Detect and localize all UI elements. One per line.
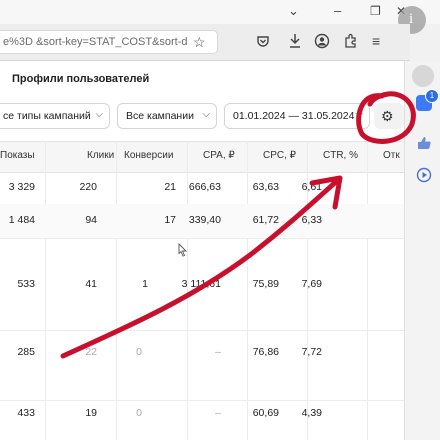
page-title: Профили пользователей — [12, 73, 150, 85]
notifications-icon[interactable]: 1 — [416, 89, 439, 111]
notification-badge: 1 — [425, 89, 439, 103]
cell-impressions: 1 484 — [8, 214, 35, 226]
mouse-cursor-icon — [178, 243, 188, 257]
cell-conversions: 0 — [136, 407, 142, 419]
cell-conversions: 17 — [164, 214, 176, 226]
column-header-cpa[interactable]: CPA, ₽ — [203, 150, 235, 161]
play-icon[interactable] — [416, 167, 432, 183]
cell-impressions: 533 — [17, 278, 35, 290]
column-header-cpc[interactable]: CPC, ₽ — [263, 150, 296, 161]
cell-clicks: 41 — [85, 278, 97, 290]
table-row[interactable]: 285 22 0 – 76,86 7,72 — [0, 330, 404, 401]
cell-cpa: – — [215, 407, 221, 419]
campaigns-filter[interactable]: Все кампании ⌵ — [117, 103, 217, 129]
download-icon[interactable] — [288, 33, 302, 49]
campaigns-filter-label: Все кампании — [126, 110, 194, 122]
column-header-clicks[interactable]: Клики — [87, 150, 114, 161]
cell-impressions: 3 329 — [8, 181, 35, 193]
cell-ctr: 7,72 — [301, 346, 322, 358]
pocket-icon[interactable] — [256, 34, 270, 48]
column-header-impressions[interactable]: Показы — [0, 150, 35, 161]
column-header-ctr[interactable]: CTR, % — [323, 150, 358, 161]
date-range-picker[interactable]: 01.01.2024 — 31.05.2024 ⌵ — [224, 103, 370, 129]
star-bookmark-icon[interactable]: ☆ — [193, 34, 206, 50]
cell-cpc: 63,63 — [252, 181, 279, 193]
cell-clicks: 22 — [85, 346, 97, 358]
table-row[interactable]: 533 41 1 3 111,61 75,89 7,69 — [0, 238, 404, 331]
cell-clicks: 94 — [85, 214, 97, 226]
cell-cpa: – — [215, 346, 221, 358]
chevron-down-icon: ⌵ — [202, 109, 210, 120]
account-icon[interactable] — [314, 33, 330, 49]
chevron-down-icon[interactable]: ⌄ — [288, 3, 299, 19]
window-title-bar: ⌄ – ❐ ✕ i — [0, 0, 440, 34]
cell-cpa: 3 111,61 — [181, 278, 221, 290]
cell-cpa: 339,40 — [188, 214, 221, 226]
campaign-type-filter[interactable]: се типы кампаний ⌵ — [0, 103, 110, 129]
column-header-conversions[interactable]: Конверсии — [124, 150, 173, 161]
gear-icon: ⚙ — [381, 108, 394, 124]
chevron-down-icon: ⌵ — [95, 109, 103, 120]
cell-ctr: 6,33 — [301, 214, 322, 226]
restore-icon[interactable]: ❐ — [370, 3, 381, 19]
menu-icon[interactable]: ≡ — [372, 33, 380, 49]
table-row[interactable]: 3 329 220 21 666,63 63,63 6,61 — [0, 172, 404, 205]
cell-conversions: 21 — [164, 181, 176, 193]
minimize-icon[interactable]: – — [334, 3, 341, 19]
cell-cpc: 60,69 — [252, 407, 279, 419]
cell-cpc: 61,72 — [252, 214, 279, 226]
table-header: Показы Клики Конверсии CPA, ₽ CPC, ₽ CTR… — [0, 141, 404, 173]
cell-clicks: 220 — [79, 181, 97, 193]
date-range-label: 01.01.2024 — 31.05.2024 — [233, 110, 355, 122]
cell-impressions: 433 — [17, 407, 35, 419]
url-text: e%3D &sort-key=STAT_COST&sort-directi — [3, 36, 187, 48]
chevron-down-icon: ⌵ — [355, 109, 363, 120]
cell-conversions: 0 — [136, 346, 142, 358]
table-settings-button[interactable]: ⚙ — [374, 103, 404, 129]
cell-impressions: 285 — [17, 346, 35, 358]
column-header-refusals[interactable]: Отк — [383, 150, 400, 161]
cell-cpc: 76,86 — [252, 346, 279, 358]
table-row[interactable]: 1 484 94 17 339,40 61,72 6,33 — [0, 204, 404, 239]
avatar[interactable] — [412, 65, 434, 87]
extensions-icon[interactable] — [344, 33, 359, 48]
like-icon[interactable] — [416, 135, 432, 151]
browser-sidebar: 1 — [404, 61, 440, 440]
url-field[interactable]: e%3D &sort-key=STAT_COST&sort-directi ☆ — [0, 30, 218, 54]
address-bar: e%3D &sort-key=STAT_COST&sort-directi ☆ … — [0, 24, 410, 61]
table-row[interactable]: 433 19 0 – 60,69 4,39 — [0, 400, 404, 440]
cell-conversions: 1 — [142, 278, 148, 290]
cell-cpa: 666,63 — [188, 181, 221, 193]
cell-ctr: 4,39 — [301, 407, 322, 419]
cell-ctr: 6,61 — [301, 181, 322, 193]
cell-ctr: 7,69 — [301, 278, 322, 290]
cell-cpc: 75,89 — [252, 278, 279, 290]
cell-clicks: 19 — [85, 407, 97, 419]
campaign-type-filter-label: се типы кампаний — [3, 110, 91, 122]
